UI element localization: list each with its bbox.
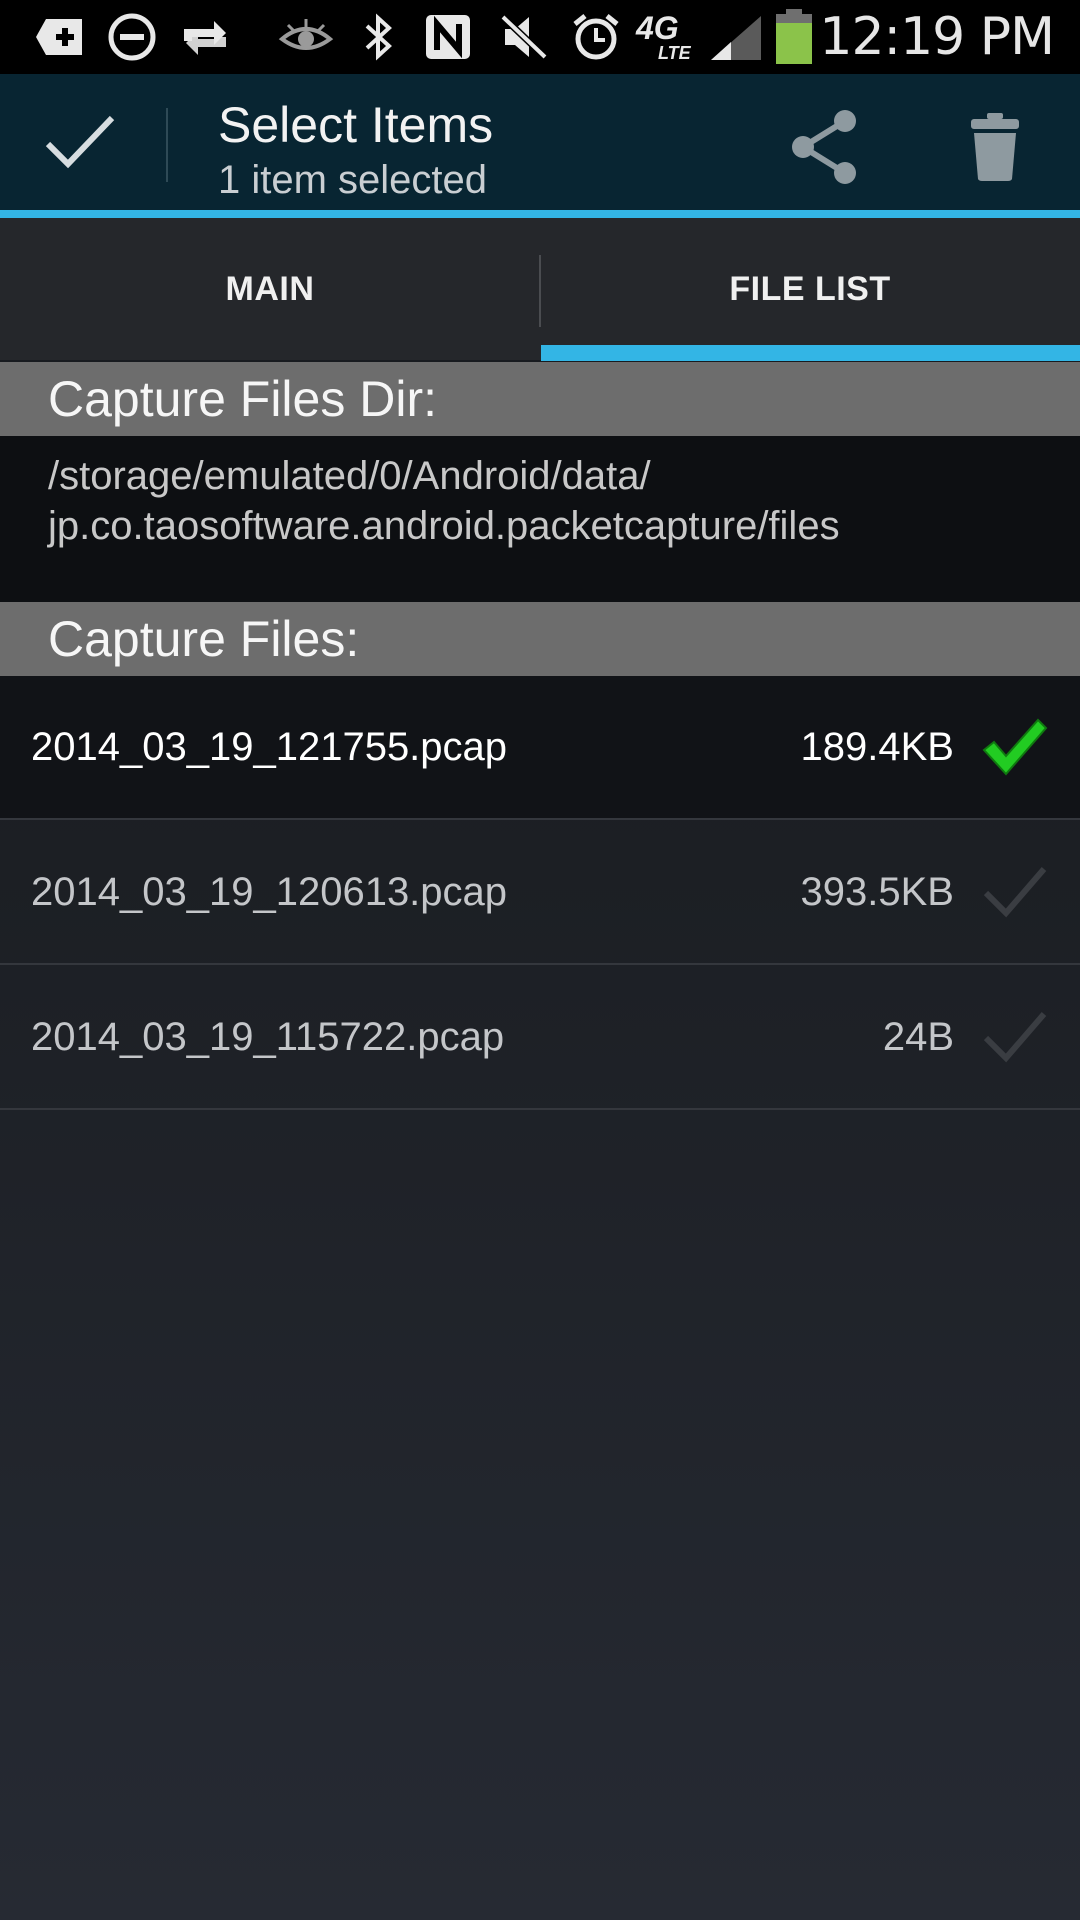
sync-icon bbox=[176, 10, 234, 64]
signal-icon bbox=[708, 10, 764, 64]
bluetooth-icon bbox=[356, 10, 400, 64]
action-bar-divider bbox=[166, 108, 168, 182]
file-size: 189.4KB bbox=[800, 724, 954, 769]
status-time: 12:19 PM bbox=[819, 7, 1055, 67]
tab-main[interactable]: MAIN bbox=[0, 218, 540, 360]
capture-dir-path-line2: jp.co.taosoftware.android.packetcapture/… bbox=[48, 504, 840, 548]
status-bar: 4G LTE 12:19 PM bbox=[0, 0, 1080, 74]
network-4g-lte-icon: 4G LTE bbox=[636, 10, 696, 64]
file-size: 393.5KB bbox=[800, 869, 954, 914]
capture-dir-header: Capture Files Dir: bbox=[0, 362, 1080, 436]
do-not-disturb-icon bbox=[104, 10, 160, 64]
network-sublabel: LTE bbox=[658, 43, 691, 63]
capture-dir-path-line1: /storage/emulated/0/Android/data/ bbox=[48, 454, 651, 498]
mute-icon bbox=[496, 10, 552, 64]
checkbox-checkmark-icon[interactable] bbox=[980, 861, 1050, 925]
checkbox-checkmark-icon[interactable] bbox=[980, 716, 1050, 780]
file-name: 2014_03_19_120613.pcap bbox=[31, 869, 508, 914]
delete-button[interactable] bbox=[940, 92, 1050, 202]
tab-file-list[interactable]: FILE LIST bbox=[540, 218, 1080, 360]
file-name: 2014_03_19_115722.pcap bbox=[31, 1014, 505, 1059]
done-button[interactable] bbox=[0, 74, 160, 210]
app-root: 4G LTE 12:19 PM Select Items 1 item sele… bbox=[0, 0, 1080, 1920]
file-size: 24B bbox=[882, 1014, 954, 1059]
share-button[interactable] bbox=[770, 92, 880, 202]
action-bar bbox=[0, 74, 1080, 212]
action-bar-accent-line bbox=[0, 210, 1080, 218]
nfc-icon bbox=[420, 10, 476, 64]
battery-level bbox=[776, 23, 812, 64]
selected-tab-indicator bbox=[541, 345, 1080, 361]
checkmark-icon bbox=[45, 115, 115, 169]
page-title: Select Items bbox=[218, 97, 494, 153]
file-row[interactable]: 2014_03_19_121755.pcap 189.4KB bbox=[0, 676, 1080, 820]
trash-icon bbox=[971, 113, 1019, 181]
battery-icon bbox=[772, 9, 816, 64]
add-box-icon bbox=[30, 10, 90, 64]
capture-files-header: Capture Files: bbox=[0, 602, 1080, 676]
checkbox-checkmark-icon[interactable] bbox=[980, 1006, 1050, 1070]
alarm-icon bbox=[568, 10, 624, 64]
file-name: 2014_03_19_121755.pcap bbox=[31, 724, 508, 769]
file-row[interactable]: 2014_03_19_115722.pcap 24B bbox=[0, 966, 1080, 1110]
network-label: 4G bbox=[636, 10, 679, 46]
eye-icon bbox=[276, 10, 336, 64]
selection-count: 1 item selected bbox=[218, 158, 488, 202]
file-row[interactable]: 2014_03_19_120613.pcap 393.5KB bbox=[0, 821, 1080, 965]
share-icon bbox=[792, 110, 856, 184]
